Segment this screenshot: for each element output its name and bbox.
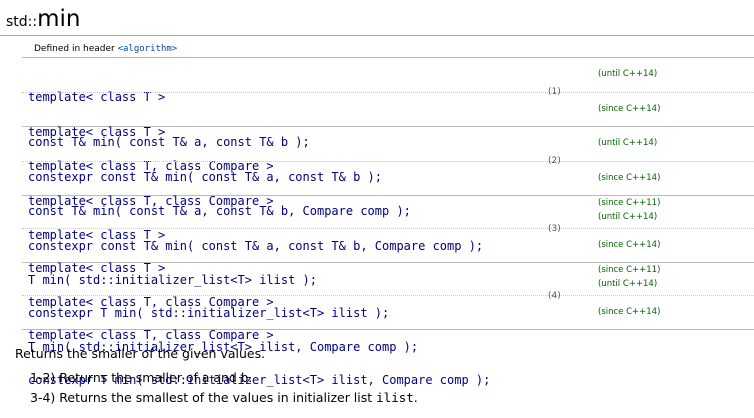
defined-label: Defined in header [34, 44, 118, 54]
overload-variant: template< class T > constexpr T min( std… [22, 228, 754, 320]
defined-in-header: Defined in header <algorithm> [22, 43, 754, 58]
version-badge: (since C++11) [598, 198, 661, 208]
overload-number: (4) [548, 291, 561, 301]
param-ilist: ilist [376, 390, 414, 405]
declaration-table: Defined in header <algorithm> template< … [22, 43, 754, 387]
overload-variant: template< class T > constexpr const T& m… [22, 92, 754, 184]
overload-group-4: template< class T, class Compare > T min… [22, 263, 754, 387]
item-text: and [209, 370, 241, 385]
description-item-1-2: 1-2) Returns the smaller of a and b. [30, 370, 252, 385]
overload-number: (3) [548, 224, 561, 234]
title-divider [0, 35, 754, 36]
item-text: 3-4) Returns the smallest of the values … [30, 390, 377, 405]
version-badge: (since C++11) [598, 265, 661, 275]
overload-variant: template< class T, class Compare > const… [22, 161, 754, 253]
overload-number: (1) [548, 87, 561, 97]
item-text: 1-2) Returns the smaller of [30, 370, 202, 385]
overload-group-1: template< class T > const T& min( const … [22, 58, 754, 184]
description-item-3-4: 3-4) Returns the smallest of the values … [30, 390, 418, 405]
description: Returns the smaller of the given values. [15, 346, 266, 361]
version-badge: (since C++14) [598, 104, 661, 114]
overload-variant: template< class T > const T& min( const … [22, 58, 754, 149]
overload-group-3: template< class T > T min( std::initiali… [22, 196, 754, 320]
overload-variant: template< class T, class Compare > T min… [22, 263, 754, 354]
version-badge: (since C++14) [598, 173, 661, 183]
version-badge: (until C++14) [598, 212, 658, 222]
version-badge: (until C++14) [598, 279, 658, 289]
overload-variant: template< class T, class Compare > const… [22, 295, 754, 387]
code-line: template< class T, class Compare > [28, 328, 274, 342]
overload-group-2: template< class T, class Compare > const… [22, 127, 754, 253]
item-text: . [413, 390, 418, 405]
title-namespace: std:: [6, 14, 38, 30]
version-badge: (since C++14) [598, 307, 661, 317]
overload-variant: template< class T > T min( std::initiali… [22, 196, 754, 287]
item-text: . [248, 370, 253, 385]
overload-number: (2) [548, 156, 561, 166]
version-badge: (until C++14) [598, 69, 658, 79]
header-link[interactable]: <algorithm> [118, 44, 178, 54]
title-function: min [37, 6, 81, 32]
version-badge: (since C++14) [598, 240, 661, 250]
version-badge: (until C++14) [598, 138, 658, 148]
page-title: std::min [6, 4, 80, 34]
overload-variant: template< class T, class Compare > const… [22, 127, 754, 218]
